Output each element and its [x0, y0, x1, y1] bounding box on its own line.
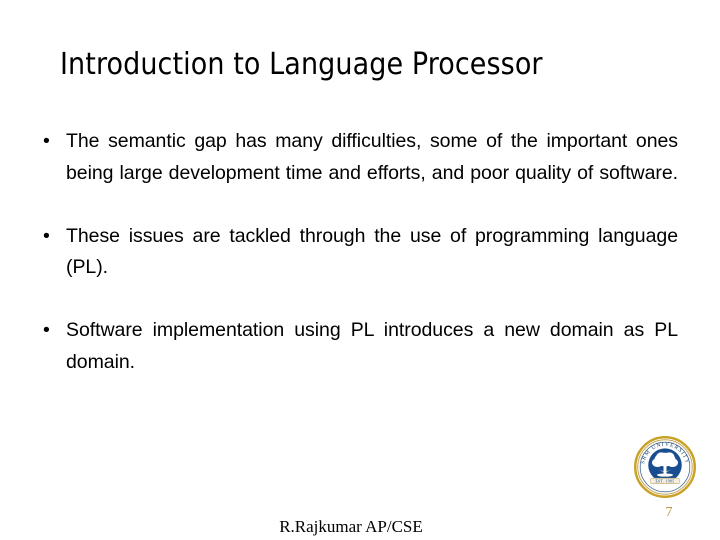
bullet-icon: • — [43, 224, 50, 247]
bullet-list: • The semantic gap has many difficulties… — [30, 126, 678, 410]
list-item-text: These issues are tackled through the use… — [66, 224, 678, 279]
list-item-text: Software implementation using PL introdu… — [66, 319, 678, 373]
list-item: • The semantic gap has many difficulties… — [30, 126, 678, 221]
slide-footer: R.Rajkumar AP/CSE — [279, 517, 423, 536]
list-item-text: The semantic gap has many difficulties, … — [66, 130, 678, 184]
bullet-icon: • — [43, 319, 50, 341]
list-item: • These issues are tackled through the u… — [30, 221, 678, 316]
svg-text:EST. 1985: EST. 1985 — [656, 480, 675, 484]
slide-canvas: Introduction to Language Processor • The… — [0, 0, 720, 540]
page-title: Introduction to Language Processor — [60, 47, 543, 82]
university-seal-logo: SRM UNIVERSITY EST. 1985 — [632, 436, 698, 498]
bullet-icon: • — [43, 130, 50, 152]
list-item: • Software implementation using PL intro… — [30, 315, 678, 410]
